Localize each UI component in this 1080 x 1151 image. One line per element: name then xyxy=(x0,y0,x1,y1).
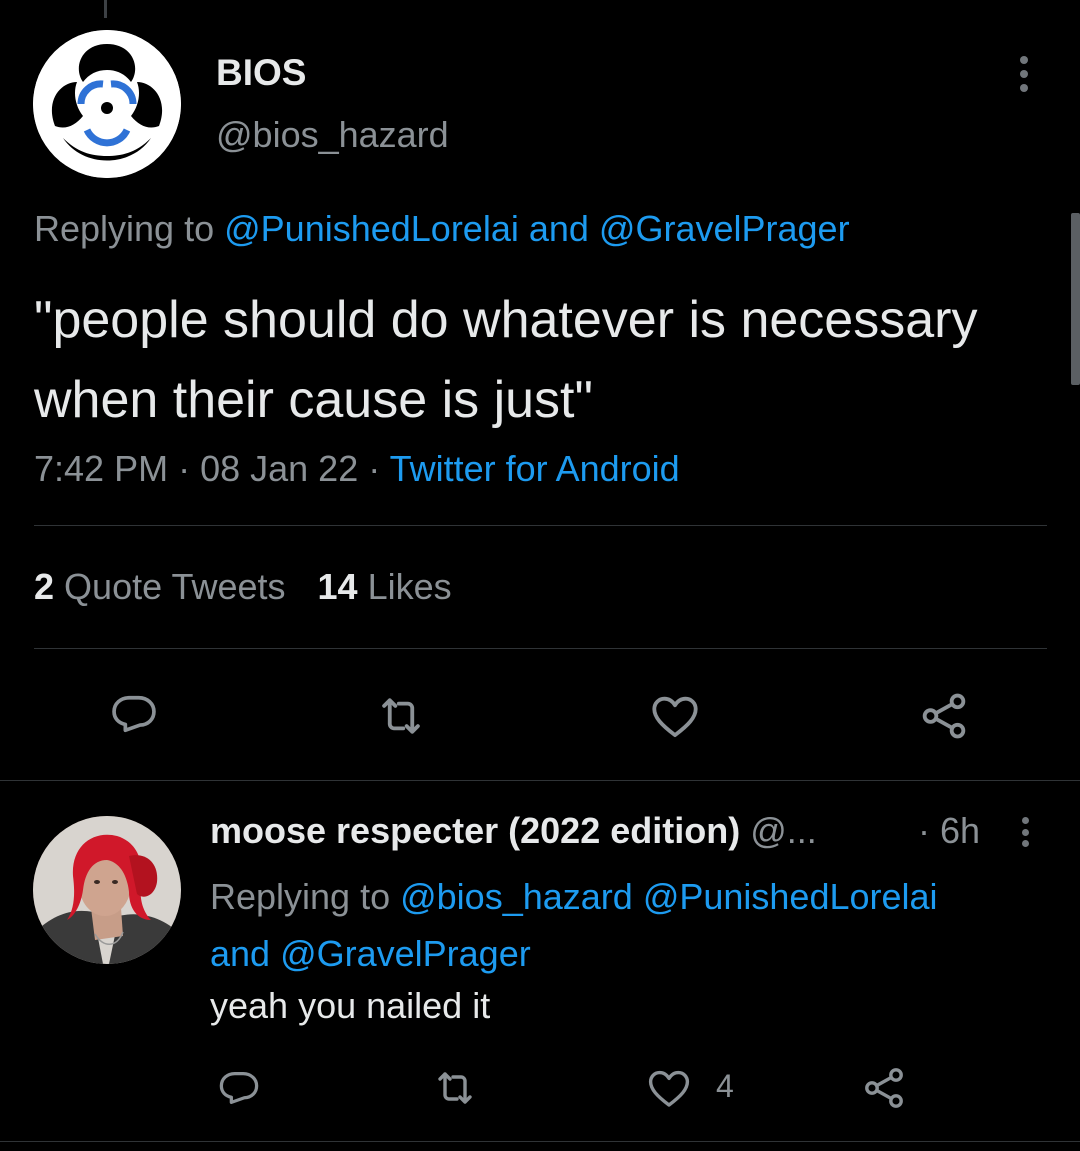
replying-joiner: and xyxy=(518,208,599,249)
mention-link[interactable]: @PunishedLorelai xyxy=(224,208,519,249)
replying-prefix: Replying to xyxy=(34,208,225,249)
reply-icon xyxy=(112,695,156,733)
reply-author-name[interactable]: moose respecter (2022 edition) xyxy=(210,810,740,851)
scrollbar[interactable] xyxy=(1071,213,1080,385)
like-count: 14 xyxy=(317,566,358,607)
likes-link[interactable]: 14 Likes xyxy=(318,566,452,607)
divider xyxy=(34,648,1047,649)
engagement-stats: 2 Quote Tweets 14 Likes xyxy=(34,566,452,608)
mention-link[interactable]: @GravelPrager xyxy=(599,208,850,249)
replying-prefix: Replying to xyxy=(210,876,401,917)
retweet-button[interactable] xyxy=(425,1058,485,1118)
avatar[interactable] xyxy=(33,30,181,178)
meta-separator: · xyxy=(358,448,390,489)
mention-link[interactable]: @bios_hazard xyxy=(400,876,633,917)
tweet-source-link[interactable]: Twitter for Android xyxy=(390,448,680,489)
replying-to-line: Replying to @PunishedLorelai and @Gravel… xyxy=(34,208,850,250)
retweet-button[interactable] xyxy=(371,686,431,746)
share-icon xyxy=(922,693,966,739)
tweet-detail-page: BIOS @bios_hazard Replying to @PunishedL… xyxy=(0,0,1080,1151)
quote-count: 2 xyxy=(34,566,55,607)
share-button[interactable] xyxy=(854,1058,914,1118)
heart-icon xyxy=(648,1070,690,1107)
divider xyxy=(34,525,1047,526)
quote-tweets-link[interactable]: 2 Quote Tweets xyxy=(34,566,286,607)
like-button[interactable] xyxy=(645,686,705,746)
share-icon xyxy=(865,1068,903,1108)
reply-replying-to-line: Replying to @bios_hazard @PunishedLorela… xyxy=(210,868,1040,982)
author-handle[interactable]: @bios_hazard xyxy=(216,114,449,156)
reply-icon xyxy=(219,1071,259,1105)
meta-separator: · xyxy=(168,448,201,489)
tweet-date[interactable]: 08 Jan 22 xyxy=(200,448,358,489)
reply-timestamp[interactable]: · 6h xyxy=(918,810,980,852)
retweet-icon xyxy=(382,698,420,734)
replying-space xyxy=(633,876,643,917)
more-icon[interactable] xyxy=(1010,52,1038,96)
author-name[interactable]: BIOS xyxy=(216,52,306,94)
avatar[interactable] xyxy=(33,816,181,964)
tweet-text: "people should do whatever is necessary … xyxy=(34,291,978,429)
replying-joiner: and xyxy=(210,933,281,974)
tweet-time[interactable]: 7:42 PM xyxy=(34,448,168,489)
reply-button[interactable] xyxy=(209,1058,269,1118)
like-button[interactable] xyxy=(639,1058,699,1118)
retweet-icon xyxy=(438,1072,472,1104)
profile-photo xyxy=(33,816,181,964)
like-label: Likes xyxy=(367,566,452,607)
quote-label: Quote Tweets xyxy=(64,566,286,607)
reply-author-line: moose respecter (2022 edition) @... xyxy=(210,810,817,852)
mention-link[interactable]: @PunishedLorelai xyxy=(643,876,938,917)
share-button[interactable] xyxy=(914,686,974,746)
heart-icon xyxy=(652,696,698,738)
reply-button[interactable] xyxy=(104,684,164,744)
mention-link[interactable]: @GravelPrager xyxy=(280,933,531,974)
more-icon[interactable] xyxy=(1015,814,1035,850)
reply-like-count: 4 xyxy=(716,1068,734,1104)
biohazard-logo-icon xyxy=(33,30,181,178)
tweet-metadata: 7:42 PM · 08 Jan 22 · Twitter for Androi… xyxy=(34,448,680,490)
divider xyxy=(0,780,1080,781)
divider xyxy=(0,1141,1080,1142)
thread-connector-line xyxy=(104,0,107,18)
reply-text: yeah you nailed it xyxy=(210,985,491,1026)
reply-author-handle[interactable]: @... xyxy=(750,810,817,851)
